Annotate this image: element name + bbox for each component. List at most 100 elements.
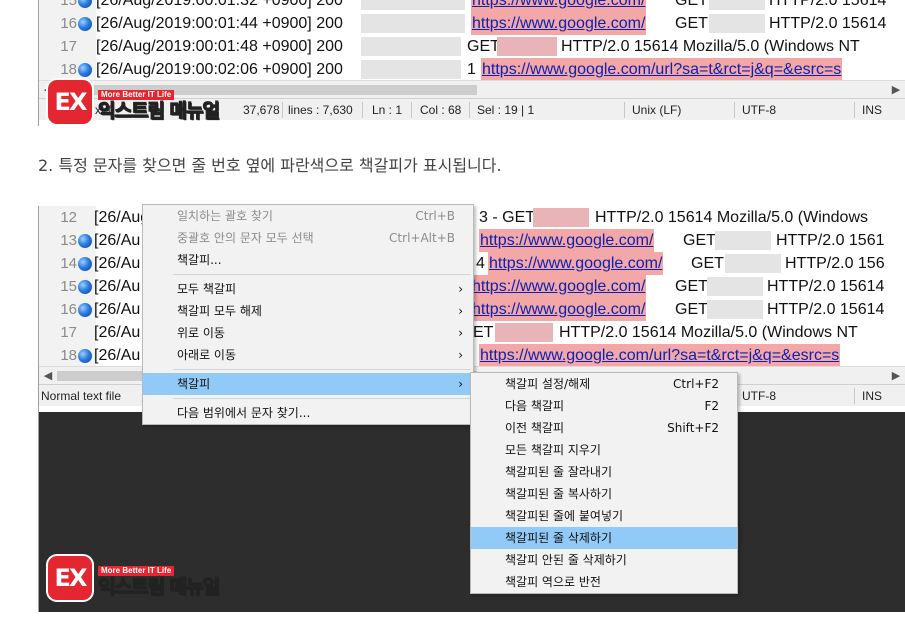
- editor-line[interactable]: 15 [26/Aug/2019:00:01:32 +0900] 200 http…: [39, 0, 905, 12]
- submenu-item-remove-unbookmarked[interactable]: 책갈피 안된 줄 삭제하기: [471, 549, 737, 571]
- menu-item-label: 아래로 이동: [177, 348, 237, 362]
- redacted-block: [707, 300, 763, 319]
- logo-tagline: More Better IT Life: [98, 565, 175, 576]
- menu-item-unbookmark-all[interactable]: 책갈피 모두 해제 ›: [143, 300, 473, 322]
- redacted-block: [361, 60, 461, 79]
- line-protocol: HTTP/2.0 1561: [776, 232, 885, 249]
- line-protocol: HTTP/2.0 156: [785, 255, 885, 272]
- url-link[interactable]: https://www.google.com/url?sa=t&rct=j&q=…: [479, 344, 841, 367]
- submenu-item-next-bookmark[interactable]: 다음 책갈피 F2: [471, 395, 737, 417]
- logo-name: 익스트림 매뉴얼: [98, 99, 221, 122]
- url-link[interactable]: https://www.google.com/: [471, 0, 647, 12]
- menu-item-label: 책갈피된 줄 복사하기: [505, 487, 612, 501]
- line-prefix: 1: [467, 61, 476, 78]
- line-timestamp: [26/Au: [94, 347, 141, 364]
- submenu-item-copy-bookmarked[interactable]: 책갈피된 줄 복사하기: [471, 483, 737, 505]
- redacted-block: [709, 0, 765, 10]
- menu-separator: [173, 369, 471, 370]
- submenu-item-cut-bookmarked[interactable]: 책갈피된 줄 잘라내기: [471, 461, 737, 483]
- bookmark-icon[interactable]: [78, 303, 92, 317]
- line-protocol: HTTP/2.0 15614: [767, 301, 885, 318]
- editor-line[interactable]: 17 [26/Aug/2019:00:01:48 +0900] 200 GET …: [39, 35, 905, 58]
- line-timestamp: [26/Aug/2019:00:01:48 +0900] 200: [96, 38, 343, 55]
- line-number: 17: [60, 324, 77, 341]
- scroll-left-icon[interactable]: ◀: [39, 367, 57, 385]
- redacted-block: [709, 14, 765, 33]
- scroll-right-icon[interactable]: ▶: [887, 81, 905, 99]
- line-method: GET: [683, 232, 716, 249]
- menu-item-bookmark-all[interactable]: 모두 책갈피 ›: [143, 278, 473, 300]
- menu-item-label: 책갈피 모두 해제: [177, 304, 262, 318]
- menu-item-label: 책갈피 역으로 반전: [505, 575, 601, 589]
- editor-line[interactable]: 16 [26/Aug/2019:00:01:44 +0900] 200 http…: [39, 12, 905, 35]
- menu-item-bookmark-dialog[interactable]: 책갈피...: [143, 249, 473, 271]
- redacted-block: [361, 14, 465, 33]
- status-col: Col : 68: [420, 103, 462, 117]
- submenu-item-inverse-bookmark[interactable]: 책갈피 역으로 반전: [471, 571, 737, 593]
- line-timestamp: [26/Au: [94, 232, 141, 249]
- menu-item-bookmark[interactable]: 책갈피 ›: [143, 373, 473, 395]
- menu-item-label: 책갈피 설정/해제: [505, 377, 591, 391]
- line-prefix: 4: [476, 255, 485, 272]
- menu-item-shortcut: Ctrl+Alt+B: [389, 231, 455, 245]
- url-link[interactable]: https://www.google.com/: [471, 275, 647, 298]
- url-link[interactable]: https://www.google.com/: [479, 229, 655, 252]
- url-link[interactable]: https://www.google.com/: [471, 12, 647, 35]
- menu-item-label: 중괄호 안의 문자 모두 선택: [177, 231, 314, 245]
- bookmark-icon[interactable]: [78, 349, 92, 363]
- menu-item-label: 책갈피...: [177, 253, 222, 267]
- menu-item-move-down[interactable]: 아래로 이동 ›: [143, 344, 473, 366]
- step-caption: 2. 특정 문자를 찾으면 줄 번호 옆에 파란색으로 책갈피가 표시됩니다.: [38, 156, 502, 175]
- redacted-block: [715, 231, 771, 250]
- menu-item-find-in-range[interactable]: 다음 범위에서 문자 찾기...: [143, 402, 473, 424]
- bookmark-icon[interactable]: [78, 17, 92, 31]
- menu-item-label: 모든 책갈피 지우기: [505, 443, 601, 457]
- logo-name: 익스트림 매뉴얼: [98, 575, 221, 598]
- line-number: 16: [60, 15, 77, 32]
- bookmark-icon[interactable]: [78, 257, 92, 271]
- url-link[interactable]: https://www.google.com/: [488, 252, 664, 275]
- submenu-arrow-icon: ›: [458, 304, 463, 318]
- submenu-item-remove-bookmarked[interactable]: 책갈피된 줄 삭제하기: [471, 527, 737, 549]
- menu-item-label: 다음 범위에서 문자 찾기...: [177, 406, 311, 420]
- scroll-right-icon[interactable]: ▶: [887, 367, 905, 385]
- line-number: 16: [60, 301, 77, 318]
- menu-item-label: 책갈피된 줄 잘라내기: [505, 465, 612, 479]
- line-number: 17: [60, 38, 77, 55]
- context-menu: 일치하는 괄호 찾기 Ctrl+B 중괄호 안의 문자 모두 선택 Ctrl+A…: [142, 204, 474, 425]
- redacted-block: [725, 254, 781, 273]
- status-mode: INS: [862, 103, 883, 117]
- line-protocol: HTTP/2.0 15614: [769, 0, 887, 9]
- line-protocol: HTTP/2.0 15614: [767, 278, 885, 295]
- menu-item-move-up[interactable]: 위로 이동 ›: [143, 322, 473, 344]
- line-number: 15: [60, 278, 77, 295]
- menu-item-find-matching-brace[interactable]: 일치하는 괄호 찾기 Ctrl+B: [143, 205, 473, 227]
- line-method: GET: [691, 255, 724, 272]
- redacted-block: [361, 0, 465, 10]
- url-link[interactable]: https://www.google.com/url?sa=t&rct=j&q=…: [481, 58, 843, 81]
- editor-line[interactable]: 18 [26/Aug/2019:00:02:06 +0900] 200 1 ht…: [39, 58, 905, 81]
- bookmark-icon[interactable]: [78, 63, 92, 77]
- logo-mark-icon: EX: [48, 80, 92, 124]
- submenu-item-clear-all[interactable]: 모든 책갈피 지우기: [471, 439, 737, 461]
- submenu-item-paste-to-bookmarked[interactable]: 책갈피된 줄에 붙여넣기: [471, 505, 737, 527]
- logo-tagline: More Better IT Life: [98, 89, 175, 100]
- line-number: 15: [60, 0, 77, 9]
- line-method: GET: [675, 15, 708, 32]
- line-timestamp: [26/Aug/2019:00:01:32 +0900] 200: [96, 0, 343, 9]
- menu-item-select-in-braces[interactable]: 중괄호 안의 문자 모두 선택 Ctrl+Alt+B: [143, 227, 473, 249]
- menu-item-shortcut: Ctrl+B: [415, 209, 455, 223]
- submenu-item-previous-bookmark[interactable]: 이전 책갈피 Shift+F2: [471, 417, 737, 439]
- menu-item-shortcut: Shift+F2: [667, 421, 719, 435]
- submenu-item-toggle-bookmark[interactable]: 책갈피 설정/해제 Ctrl+F2: [471, 373, 737, 395]
- menu-item-label: 모두 책갈피: [177, 282, 237, 296]
- redacted-block: [361, 37, 461, 56]
- redacted-block: [495, 323, 553, 342]
- url-link[interactable]: https://www.google.com/: [471, 298, 647, 321]
- redacted-block: [707, 277, 763, 296]
- menu-item-label: 일치하는 괄호 찾기: [177, 209, 273, 223]
- status-encoding: UTF-8: [742, 103, 776, 117]
- bookmark-icon[interactable]: [78, 234, 92, 248]
- bookmark-icon[interactable]: [78, 280, 92, 294]
- menu-separator: [173, 274, 471, 275]
